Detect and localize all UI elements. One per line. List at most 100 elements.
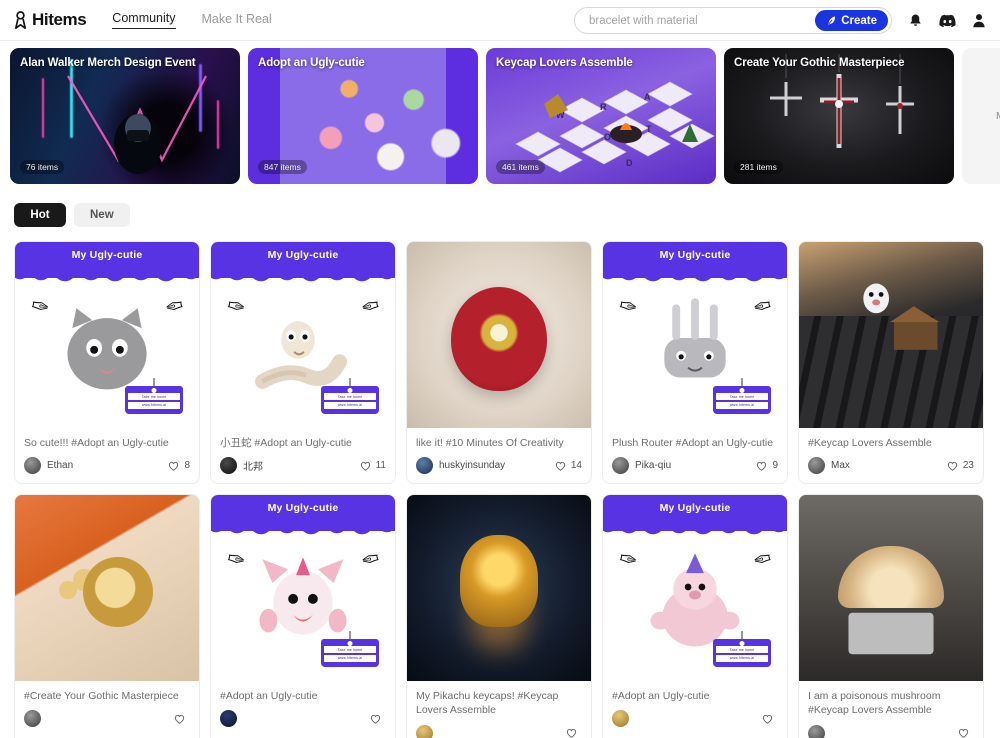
- content-card[interactable]: My Ugly-cutie ✑ ✑ Take me home www.hitem…: [210, 241, 396, 485]
- card-author[interactable]: Max: [808, 457, 850, 475]
- content-card[interactable]: #Create Your Gothic Masterpiece: [14, 494, 200, 738]
- heart-icon: [947, 461, 957, 471]
- card-meta: #Keycap Lovers Assemble Max 23: [799, 428, 983, 483]
- card-artwork: My Ugly-cutie ✑ ✑ Take me home www.hitem…: [603, 242, 787, 428]
- author-name: Max: [831, 460, 850, 472]
- search-input[interactable]: [589, 14, 816, 27]
- banner-card-keycap-lovers[interactable]: WRA OTD Keycap Lovers Assemble 461 items: [486, 48, 716, 184]
- banner-title: Alan Walker Merch Design Event: [20, 57, 196, 69]
- take-me-home-tag: Take me home www.hitems.ai: [321, 631, 379, 668]
- app-logo[interactable]: Hitems: [12, 10, 87, 30]
- like-counter[interactable]: 14: [555, 460, 582, 471]
- heart-icon: [174, 714, 185, 724]
- create-button[interactable]: Create: [815, 10, 888, 31]
- banner-item-count: 76 items: [20, 160, 65, 174]
- heart-icon: [757, 461, 767, 471]
- card-author[interactable]: [24, 710, 47, 728]
- card-artwork: My Ugly-cutie ✑ ✑ Take me home www.hitem…: [15, 242, 199, 428]
- banner-card-adopt-ugly-cutie[interactable]: Adopt an Ugly-cutie 847 items: [248, 48, 478, 184]
- content-grid: My Ugly-cutie ✑ ✑ Take me home www.hitem…: [0, 227, 1000, 738]
- card-author[interactable]: [416, 724, 439, 738]
- avatar: [24, 710, 41, 728]
- card-author[interactable]: 北邦: [220, 457, 263, 475]
- like-counter[interactable]: 23: [947, 460, 974, 471]
- svg-text:R: R: [600, 102, 607, 112]
- tag-line-1: Take me home: [324, 646, 376, 654]
- like-count: 23: [962, 460, 974, 472]
- content-card[interactable]: #Keycap Lovers Assemble Max 23: [798, 241, 984, 485]
- feed-filter-tabs: Hot New: [0, 184, 1000, 227]
- content-card[interactable]: My Ugly-cutie ✑ ✑ Take me home www.hitem…: [210, 494, 396, 738]
- banner-card-gothic[interactable]: Create Your Gothic Masterpiece 281 items: [724, 48, 954, 184]
- card-title: So cute!!! #Adopt an Ugly-cutie: [24, 437, 169, 449]
- tag-line-2: www.hitems.ai: [128, 401, 180, 409]
- take-me-home-tag: Take me home www.hitems.ai: [321, 378, 379, 414]
- author-name: Pika-qiu: [635, 460, 672, 472]
- person-medal-icon: [14, 10, 27, 29]
- card-meta: like it! #10 Minutes Of Creativity husky…: [407, 428, 591, 483]
- content-card[interactable]: My Ugly-cutie ✑ ✑ Take me home www.hitem…: [602, 241, 788, 485]
- take-me-home-tag: Take me home www.hitems.ai: [713, 631, 771, 668]
- card-artwork: [799, 495, 983, 682]
- nav-item-make-it-real[interactable]: Make It Real: [202, 12, 272, 29]
- card-photo: [407, 242, 591, 428]
- card-author[interactable]: Pika-qiu: [612, 457, 672, 475]
- card-meta: Plush Router #Adopt an Ugly-cutie Pika-q…: [603, 428, 787, 483]
- avatar: [612, 457, 629, 475]
- like-counter[interactable]: [370, 714, 386, 724]
- tag-line-1: Take me home: [128, 393, 180, 400]
- heart-icon: [169, 461, 179, 471]
- like-counter[interactable]: [958, 728, 974, 738]
- card-author[interactable]: Ethan: [24, 457, 74, 475]
- card-meta: #Adopt an Ugly-cutie: [211, 681, 395, 736]
- banner-more-button[interactable]: More >>: [962, 48, 1000, 184]
- like-counter[interactable]: 9: [756, 460, 778, 471]
- search-bar[interactable]: Create: [574, 7, 892, 34]
- card-author[interactable]: [612, 710, 635, 728]
- card-artwork: My Ugly-cutie ✑ ✑ Take me home www.hitem…: [211, 242, 395, 428]
- like-counter[interactable]: [566, 728, 582, 738]
- banner-item-count: 461 items: [496, 160, 545, 174]
- card-author[interactable]: [808, 724, 831, 738]
- banner-item-count: 847 items: [258, 160, 307, 174]
- content-card[interactable]: My Ugly-cutie ✑ ✑ Take me home www.hitem…: [14, 241, 200, 485]
- avatar: [808, 457, 825, 475]
- svg-text:D: D: [626, 158, 633, 168]
- card-author[interactable]: [220, 710, 243, 728]
- notification-bell-icon[interactable]: [906, 12, 924, 30]
- tag-line-2: www.hitems.ai: [716, 654, 768, 662]
- discord-icon[interactable]: [938, 12, 956, 30]
- take-me-home-tag: Take me home www.hitems.ai: [713, 378, 771, 414]
- like-counter[interactable]: 8: [168, 460, 190, 471]
- user-profile-icon[interactable]: [970, 12, 988, 30]
- content-card[interactable]: I am a poisonous mushroom #Keycap Lovers…: [798, 494, 984, 738]
- nav-item-community[interactable]: Community: [112, 11, 176, 29]
- card-author[interactable]: huskyinsunday: [416, 457, 505, 475]
- logo-text: Hitems: [32, 10, 87, 29]
- content-card[interactable]: My Ugly-cutie ✑ ✑ Take me home www.hitem…: [602, 494, 788, 738]
- filter-tab-new[interactable]: New: [74, 203, 130, 227]
- banner-card-alan-walker[interactable]: Alan Walker Merch Design Event 76 items: [10, 48, 240, 184]
- avatar: [220, 710, 237, 728]
- card-artwork: [799, 242, 983, 428]
- card-title: #Adopt an Ugly-cutie: [220, 690, 318, 703]
- card-artwork: My Ugly-cutie ✑ ✑ Take me home www.hitem…: [603, 495, 787, 682]
- avatar: [416, 457, 433, 475]
- like-counter[interactable]: [762, 714, 778, 724]
- avatar: [808, 724, 825, 738]
- heart-icon: [566, 728, 577, 738]
- card-photo: [15, 495, 199, 682]
- heart-icon: [360, 461, 370, 471]
- author-name: Ethan: [47, 460, 74, 472]
- card-artwork: My Ugly-cutie ✑ ✑ Take me home www.hitem…: [211, 495, 395, 682]
- create-button-label: Create: [841, 14, 877, 27]
- content-card[interactable]: like it! #10 Minutes Of Creativity husky…: [406, 241, 592, 485]
- like-counter[interactable]: [174, 714, 190, 724]
- content-card[interactable]: My Pikachu keycaps! #Keycap Lovers Assem…: [406, 494, 592, 738]
- svg-text:T: T: [646, 124, 652, 134]
- card-title: I am a poisonous mushroom #Keycap Lovers…: [808, 690, 941, 717]
- card-meta: My Pikachu keycaps! #Keycap Lovers Assem…: [407, 681, 591, 738]
- like-counter[interactable]: 11: [360, 460, 386, 471]
- filter-tab-hot[interactable]: Hot: [14, 203, 66, 227]
- card-meta: #Create Your Gothic Masterpiece: [15, 681, 199, 736]
